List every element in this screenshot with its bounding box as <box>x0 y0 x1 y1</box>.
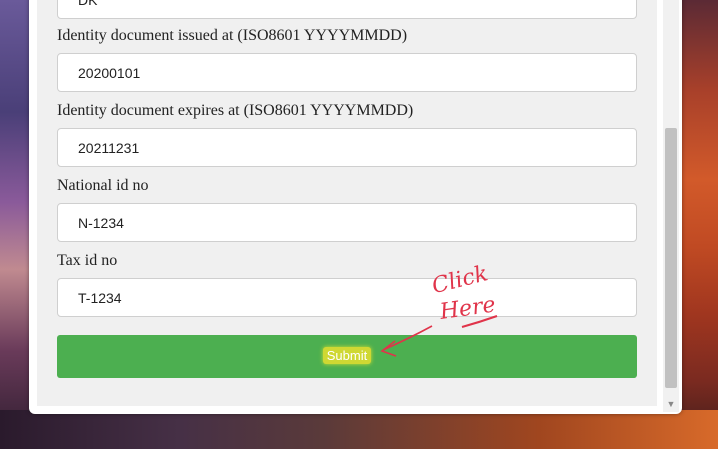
issued-at-value: 20200101 <box>78 65 141 81</box>
tax-id-label: Tax id no <box>57 252 118 269</box>
expires-at-value: 20211231 <box>78 140 140 156</box>
previous-field-value: DK <box>78 0 98 8</box>
national-id-label: National id no <box>57 177 149 194</box>
previous-field-input[interactable]: DK <box>57 0 637 19</box>
scrollbar-thumb[interactable] <box>665 128 677 388</box>
tax-id-value: T-1234 <box>78 290 122 306</box>
vertical-scrollbar[interactable]: ▼ <box>663 0 679 412</box>
form-panel: DK Identity document issued at (ISO8601 … <box>37 0 657 406</box>
form-window: DK Identity document issued at (ISO8601 … <box>29 0 682 414</box>
issued-at-label: Identity document issued at (ISO8601 YYY… <box>57 27 408 44</box>
submit-button[interactable]: Submit <box>57 335 637 378</box>
desktop-wallpaper-right <box>678 0 718 449</box>
desktop-wallpaper-left <box>0 0 30 449</box>
expires-at-label: Identity document expires at (ISO8601 YY… <box>57 102 414 119</box>
expires-at-input[interactable]: 20211231 <box>57 128 637 167</box>
national-id-input[interactable]: N-1234 <box>57 203 637 242</box>
arrow-down-icon[interactable]: ▼ <box>663 398 679 410</box>
issued-at-input[interactable]: 20200101 <box>57 53 637 92</box>
desktop-wallpaper-bottom <box>0 410 718 449</box>
tax-id-input[interactable]: T-1234 <box>57 278 637 317</box>
submit-label: Submit <box>322 347 372 364</box>
national-id-value: N-1234 <box>78 215 124 231</box>
